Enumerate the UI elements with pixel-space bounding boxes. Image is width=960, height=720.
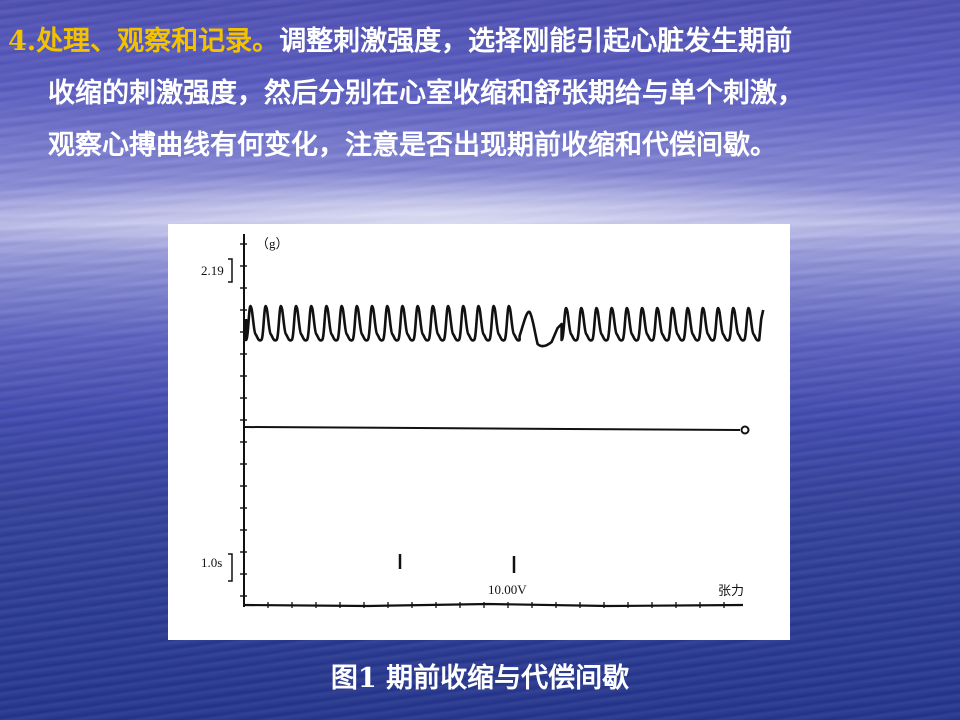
time-bracket — [228, 553, 233, 582]
instruction-line-1: 4.处理、观察和记录。调整刺激强度，选择刚能引起心脏发生期前 — [8, 16, 948, 68]
recording-figure: （g） 2.19 1.0s 10.00V 张力 — [168, 224, 790, 640]
stimulus-line-end — [740, 425, 750, 435]
instruction-line-3: 观察心搏曲线有何变化，注意是否出现期前收缩和代偿间歇。 — [48, 130, 777, 161]
heartbeat-trace — [244, 304, 765, 348]
scale-bracket — [228, 258, 233, 283]
stimulus-marker-line — [243, 426, 741, 431]
recording-trace — [228, 234, 765, 608]
stimulus-voltage-label: 10.00V — [488, 582, 527, 597]
time-baseline — [243, 602, 744, 608]
scale-value: 2.19 — [201, 263, 224, 278]
step-label: 4.处理、观察和记录。 — [8, 26, 280, 57]
unit-label: （g） — [256, 236, 289, 251]
instruction-line-1-rest: 调整刺激强度，选择刚能引起心脏发生期前 — [279, 26, 793, 57]
instruction-text: 4.处理、观察和记录。调整刺激强度，选择刚能引起心脏发生期前 收缩的刺激强度，然… — [8, 16, 948, 172]
figure-caption: 图1 期前收缩与代偿间歇 — [330, 663, 630, 694]
time-scale-label: 1.0s — [201, 555, 223, 570]
instruction-line-2: 收缩的刺激强度，然后分别在心室收缩和舒张期给与单个刺激， — [48, 78, 804, 109]
channel-label: 张力 — [718, 583, 745, 598]
